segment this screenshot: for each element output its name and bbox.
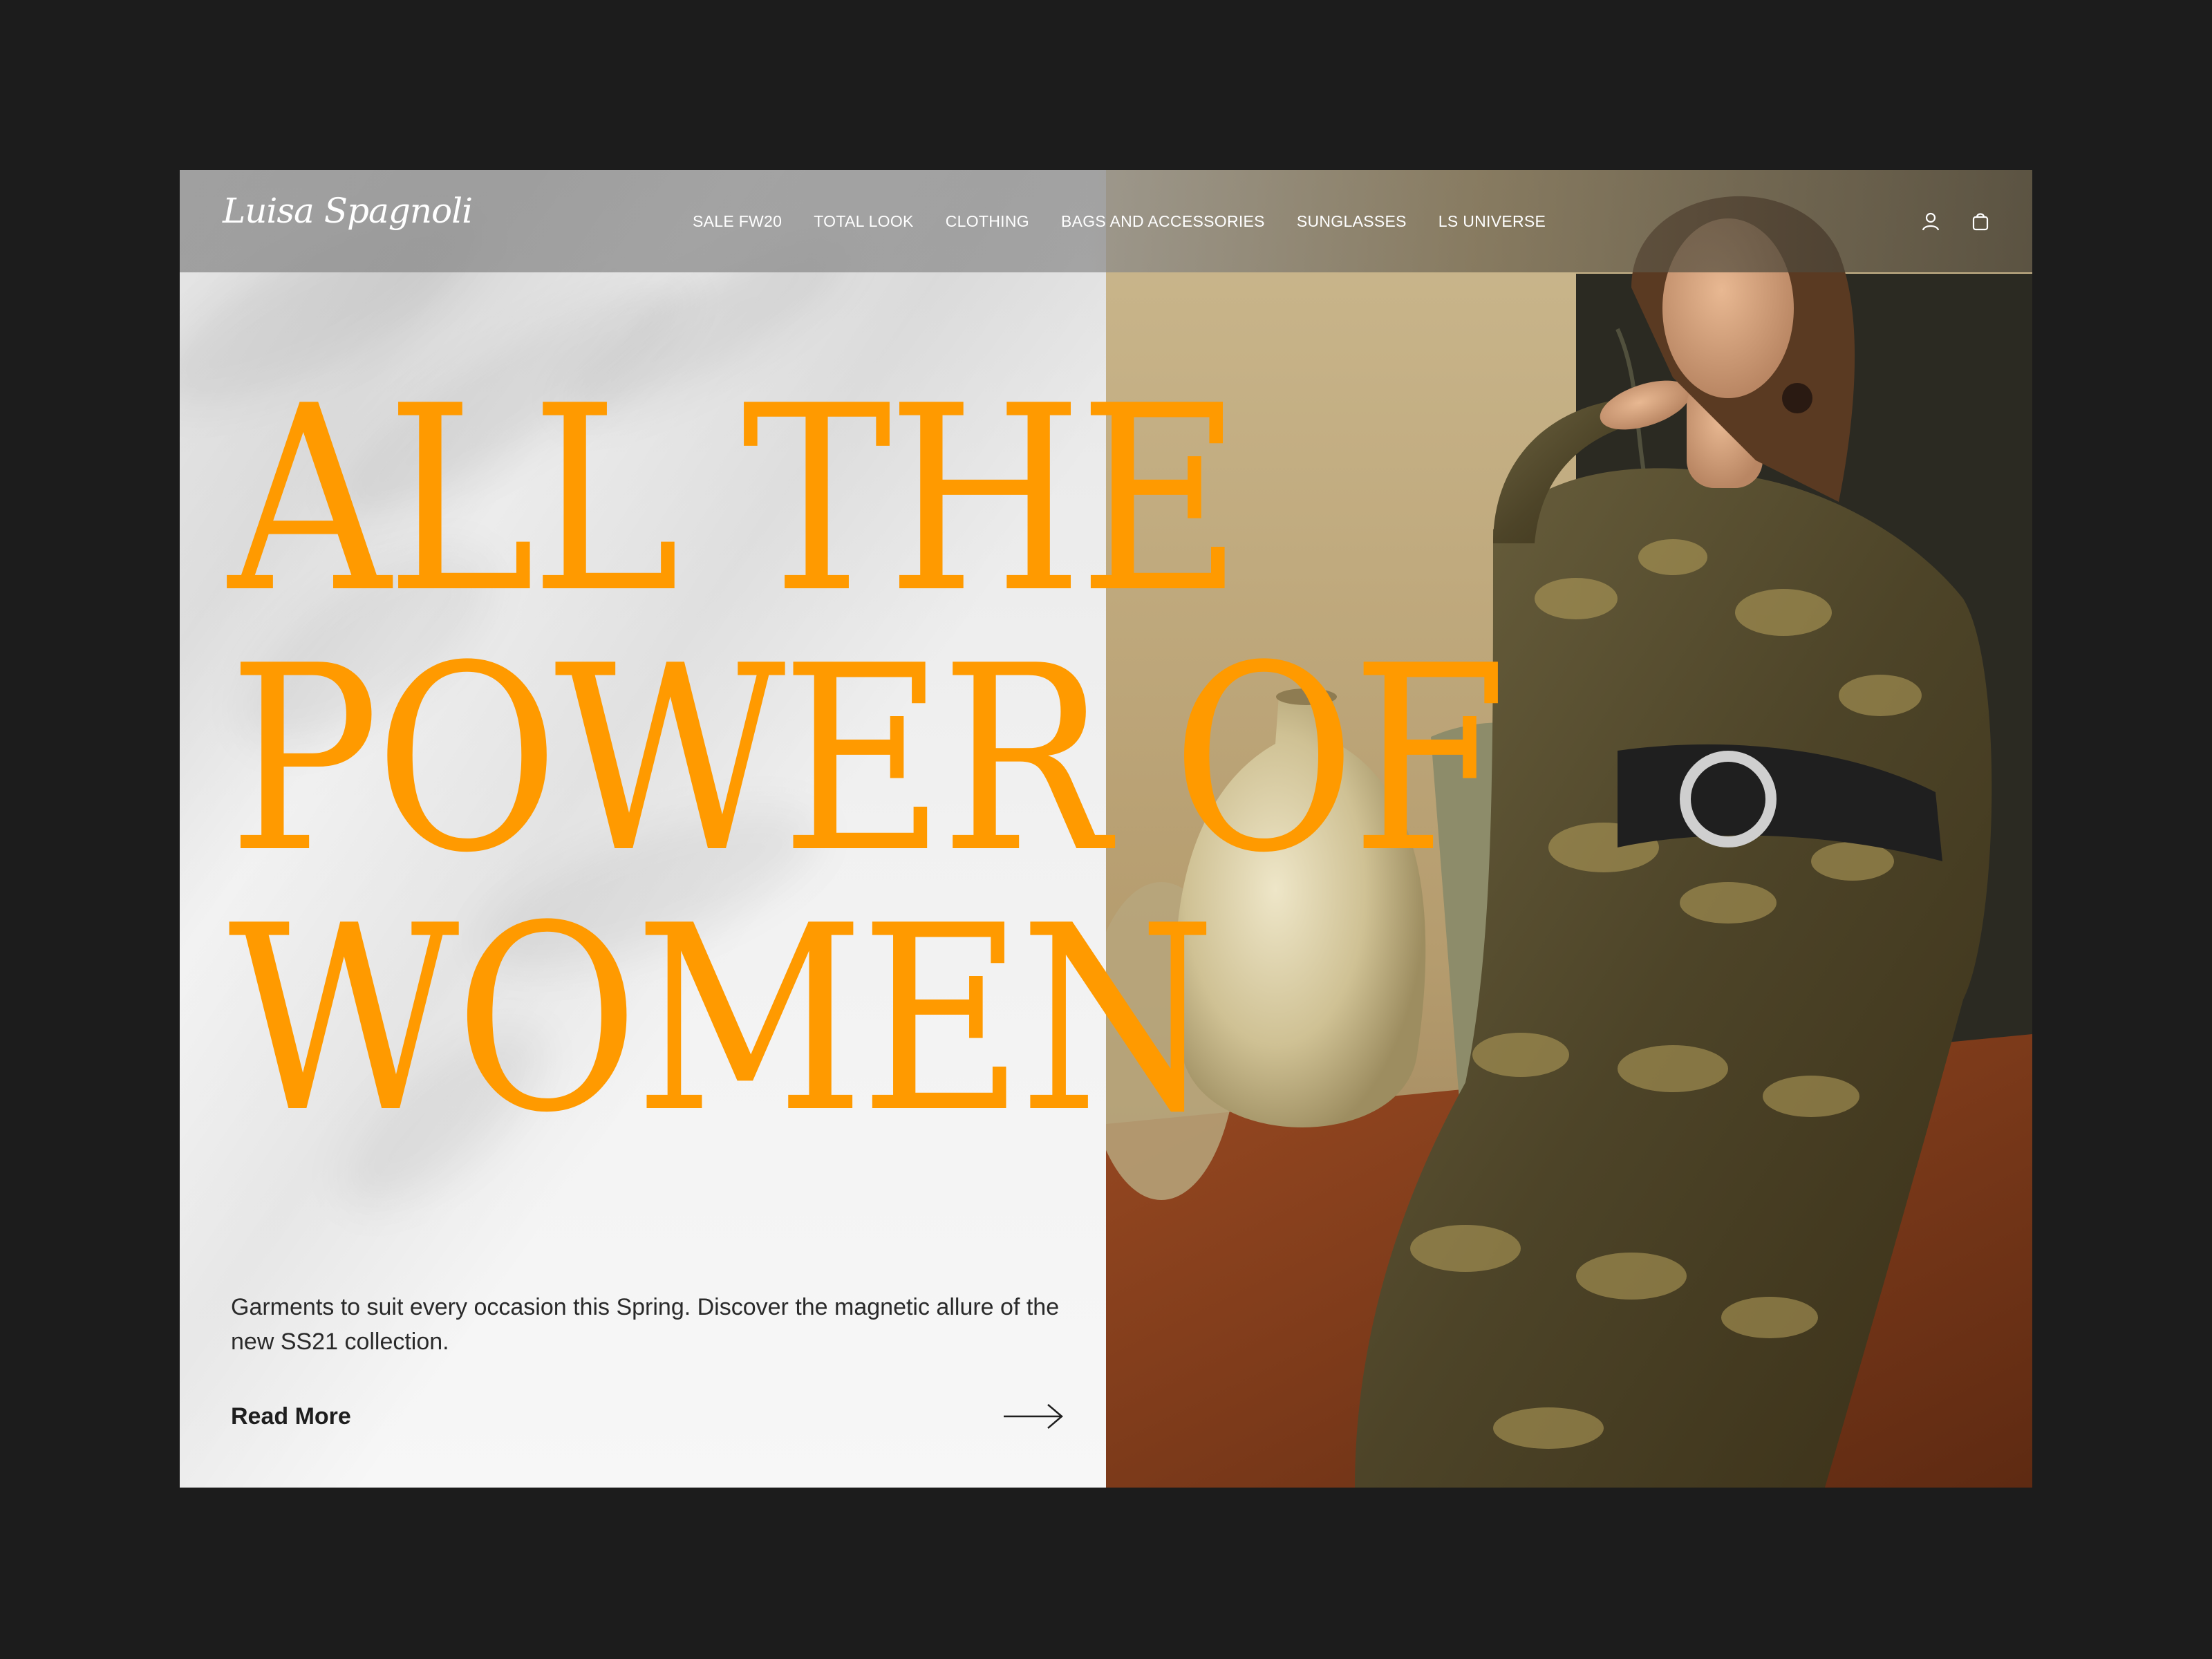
user-icon[interactable] [1920,211,1941,232]
menu-item-total-look[interactable]: TOTAL LOOK [814,212,913,231]
menu-item-sunglasses[interactable]: SUNGLASSES [1297,212,1407,231]
hero-frame: Luisa Spagnoli SALE FW20 TOTAL LOOK CLOT… [180,170,2032,1488]
nav-icons [1920,170,1991,272]
menu-item-ls-universe[interactable]: LS UNIVERSE [1438,212,1546,231]
main-menu: SALE FW20 TOTAL LOOK CLOTHING BAGS AND A… [693,170,1546,272]
headline-line-2: POWER OF [228,612,1508,909]
hero-headline: ALL THE POWER OF WOMEN [228,352,1508,1169]
menu-item-clothing[interactable]: CLOTHING [946,212,1029,231]
top-navigation: Luisa Spagnoli SALE FW20 TOTAL LOOK CLOT… [180,170,2032,272]
headline-line-1: ALL THE [228,352,1243,649]
read-more-link[interactable]: Read More [231,1403,351,1430]
brand-logo[interactable]: Luisa Spagnoli [223,191,473,231]
hero-description: Garments to suit every occasion this Spr… [231,1294,1060,1355]
arrow-right-icon[interactable] [1002,1399,1065,1434]
menu-item-sale[interactable]: SALE FW20 [693,212,782,231]
shopping-bag-icon[interactable] [1970,211,1991,232]
headline-line-3: WOMEN [228,872,1216,1169]
menu-item-bags-and-accessories[interactable]: BAGS AND ACCESSORIES [1061,212,1265,231]
